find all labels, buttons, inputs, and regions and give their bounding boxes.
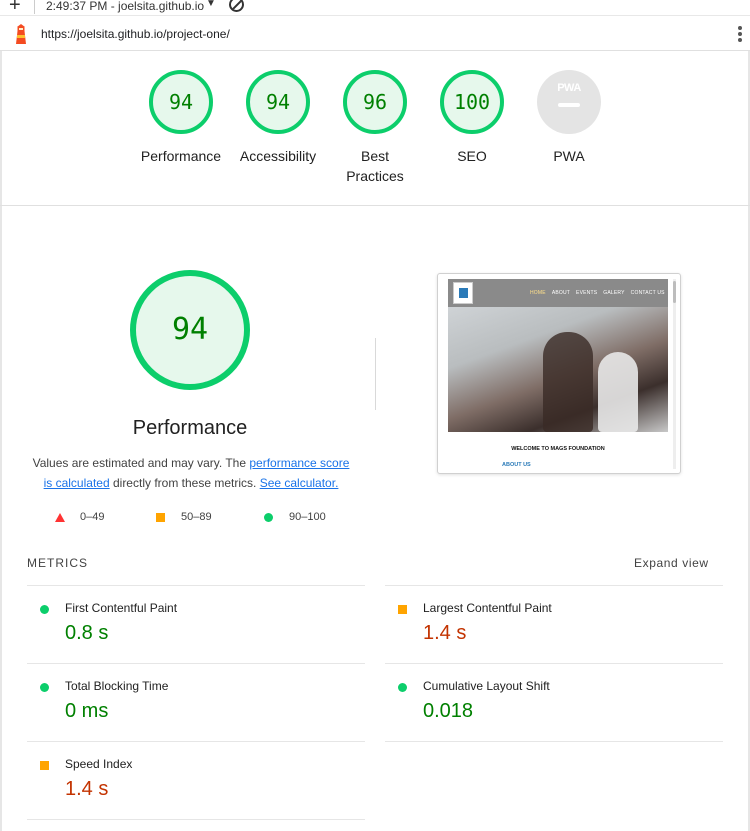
gauge-score: 96 xyxy=(362,90,388,114)
legend-pass-range: 90–100 xyxy=(289,511,326,523)
metric-divider xyxy=(385,741,723,742)
gauge-label: PWA xyxy=(553,148,585,164)
pwa-dash xyxy=(558,103,580,107)
score-summary: 94 Performance 94 Accessibility 96 Best … xyxy=(0,51,750,206)
metric-largest-contentful-paint: Largest Contentful Paint 1.4 s xyxy=(385,585,723,663)
new-tab-plus-icon[interactable]: + xyxy=(9,0,21,15)
screenshot-hero-photo xyxy=(448,307,668,432)
desc-text: directly from these metrics. xyxy=(109,476,260,490)
pwa-badge-text: PWA xyxy=(557,82,581,94)
pass-circle-icon xyxy=(264,513,273,522)
gauge-pwa[interactable]: PWA PWA xyxy=(519,70,619,166)
gauge-ring: 96 xyxy=(343,70,407,134)
metric-speed-index: Speed Index 1.4 s xyxy=(27,741,365,819)
gauge-score: 94 xyxy=(265,90,291,114)
gauge-label: Best Practices xyxy=(346,148,404,184)
gauge-score: 94 xyxy=(168,90,194,114)
see-calculator-link[interactable]: See calculator. xyxy=(260,476,339,490)
screenshot-scrollbar xyxy=(673,279,676,469)
desc-text: Values are estimated and may vary. The xyxy=(32,456,250,470)
metric-value: 1.4 s xyxy=(65,778,109,800)
site-logo-icon xyxy=(453,282,473,304)
expand-view-toggle[interactable]: Expand view xyxy=(634,556,709,570)
gauge-performance[interactable]: 94 Performance xyxy=(131,70,231,166)
gauge-label: Performance xyxy=(140,148,222,164)
dropdown-caret-icon[interactable]: ▼ xyxy=(206,0,216,9)
pass-circle-icon xyxy=(40,605,49,614)
screenshot-menu-item: GALERY xyxy=(603,290,625,296)
metric-value: 1.4 s xyxy=(423,622,467,644)
metric-title: Cumulative Layout Shift xyxy=(423,679,550,693)
gauge-ring: 94 xyxy=(149,70,213,134)
performance-score: 94 xyxy=(171,312,209,347)
average-square-icon xyxy=(40,761,49,770)
gauge-accessibility[interactable]: 94 Accessibility xyxy=(228,70,328,166)
metric-title: First Contentful Paint xyxy=(65,601,178,615)
metrics-heading: METRICS xyxy=(27,556,88,570)
metric-value: 0 ms xyxy=(65,700,109,722)
screenshot-menu: HOME ABOUT EVENTS GALERY CONTACT US xyxy=(530,290,671,296)
metric-cumulative-layout-shift: Cumulative Layout Shift 0.018 xyxy=(385,663,723,741)
legend-fail-range: 0–49 xyxy=(80,511,105,523)
report-url-bar: https://joelsita.github.io/project-one/ xyxy=(0,17,750,51)
score-scale-legend: 0–49 50–89 90–100 xyxy=(55,510,355,526)
gauge-label: Accessibility xyxy=(239,148,317,164)
performance-title: Performance xyxy=(132,417,248,439)
performance-gauge: 94 xyxy=(130,270,250,390)
screenshot-welcome: WELCOME TO MAGS FOUNDATION xyxy=(511,446,605,452)
metric-total-blocking-time: Total Blocking Time 0 ms xyxy=(27,663,365,741)
metric-value: 0.8 s xyxy=(65,622,109,644)
gauge-label: SEO xyxy=(457,148,487,164)
pass-circle-icon xyxy=(40,683,49,692)
lighthouse-icon xyxy=(16,24,26,44)
pass-circle-icon xyxy=(398,683,407,692)
metric-title: Speed Index xyxy=(65,757,133,771)
screenshot-menu-item: HOME xyxy=(530,290,546,296)
screenshot-about: ABOUT US xyxy=(502,462,531,468)
average-square-icon xyxy=(156,513,165,522)
report-title: 2:49:37 PM - joelsita.github.io xyxy=(46,0,205,13)
screenshot-menu-item: ABOUT xyxy=(551,290,571,296)
screenshot-menu-item: EVENTS xyxy=(576,290,598,296)
metric-divider xyxy=(27,819,365,820)
browser-top-strip: + 2:49:37 PM - joelsita.github.io ▼ xyxy=(0,0,750,16)
gauge-seo[interactable]: 100 SEO xyxy=(422,70,522,166)
average-square-icon xyxy=(398,605,407,614)
final-screenshot[interactable]: HOME ABOUT EVENTS GALERY CONTACT US WELCOME … xyxy=(437,273,681,474)
legend-average-range: 50–89 xyxy=(181,511,212,523)
metric-value: 0.018 xyxy=(423,700,474,722)
fail-triangle-icon xyxy=(55,513,65,522)
gauge-score: 100 xyxy=(453,90,491,114)
page-url[interactable]: https://joelsita.github.io/project-one/ xyxy=(41,27,230,41)
more-options-icon[interactable] xyxy=(737,25,743,45)
screenshot-navbar: HOME ABOUT EVENTS GALERY CONTACT US xyxy=(448,279,668,307)
performance-description: Values are estimated and may vary. The p… xyxy=(28,453,354,493)
gauge-ring: 94 xyxy=(246,70,310,134)
screenshot-menu-item: CONTACT US xyxy=(630,290,665,296)
metric-title: Total Blocking Time xyxy=(65,679,169,693)
block-icon[interactable] xyxy=(229,0,244,12)
vertical-divider xyxy=(375,338,376,410)
metric-first-contentful-paint: First Contentful Paint 0.8 s xyxy=(27,585,365,663)
gauge-best-practices[interactable]: 96 Best Practices xyxy=(325,70,425,186)
metric-title: Largest Contentful Paint xyxy=(423,601,552,615)
gauge-ring: 100 xyxy=(440,70,504,134)
pwa-badge-icon: PWA xyxy=(537,70,601,134)
toolbar-separator xyxy=(34,0,35,14)
